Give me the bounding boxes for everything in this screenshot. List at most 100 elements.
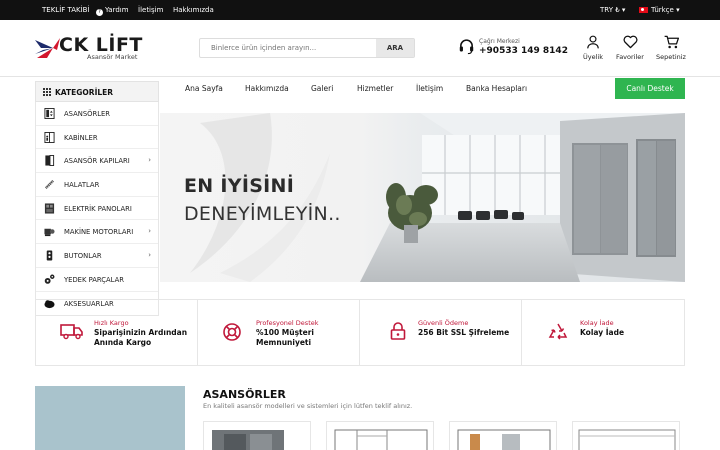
currency-select[interactable]: TRY ₺ ▾ [600, 6, 625, 14]
cabin-icon [44, 131, 55, 143]
category-item-spare-parts[interactable]: YEDEK PARÇALAR [36, 268, 158, 292]
category-label: ASANSÖRLER [64, 110, 111, 118]
help-icon: ? [96, 9, 103, 16]
nav-gallery[interactable]: Galeri [311, 84, 333, 93]
feature-pro-support: Profesyonel Destek %100 Müşteri Memnuniy… [198, 300, 360, 365]
category-list: ASANSÖRLER KABİNLER ASANSÖR KAPILARI › H… [35, 102, 159, 317]
cart-label: Sepetiniz [656, 53, 686, 61]
button-icon [46, 250, 53, 261]
product-card[interactable] [326, 421, 434, 450]
gears-icon [44, 274, 55, 284]
chevron-right-icon: › [148, 156, 151, 165]
headset-icon [459, 39, 474, 55]
category-label: BUTONLAR [64, 252, 102, 261]
search-bar: ARA [199, 38, 415, 58]
topbar-link-help[interactable]: ? Yardım [96, 6, 129, 16]
category-label: YEDEK PARÇALAR [64, 275, 125, 284]
hero-headline: EN İYİSİNİ [184, 175, 295, 197]
product-card[interactable] [572, 421, 680, 450]
nav-home[interactable]: Ana Sayfa [185, 84, 223, 93]
feature-value: 256 Bit SSL Şifreleme [418, 328, 510, 337]
account-label: Üyelik [583, 53, 603, 61]
header-divider [0, 76, 720, 77]
lock-icon [390, 322, 406, 340]
search-button[interactable]: ARA [376, 39, 414, 57]
feature-value: Siparişinizin Ardından Anında Kargo [94, 328, 188, 347]
site-logo[interactable]: CK LİFT Asansör Market [33, 34, 143, 64]
category-item-cabins[interactable]: KABİNLER [36, 126, 158, 150]
category-item-ropes[interactable]: HALATLAR [36, 173, 158, 197]
logo-mark-icon [35, 38, 60, 58]
feature-value: %100 Müşteri Memnuniyeti [256, 328, 314, 347]
hero-slider[interactable]: EN İYİSİNİ DENEYİMLEYİN.. [160, 113, 685, 282]
category-label: ASANSÖR KAPILARI [64, 157, 130, 166]
truck-icon [60, 324, 83, 340]
hero-subheadline: DENEYİMLEYİN.. [184, 203, 341, 225]
feature-key: Güvenli Ödeme [418, 319, 469, 327]
chevron-right-icon: › [148, 251, 151, 260]
door-icon [45, 155, 55, 167]
slider-dots [403, 270, 467, 282]
side-banner[interactable] [35, 386, 185, 450]
favorites-button[interactable]: Favoriler [612, 35, 648, 61]
feature-key: Hızlı Kargo [94, 319, 129, 327]
feature-easy-return: Kolay İade Kolay İade [522, 300, 684, 365]
motor-icon [44, 229, 55, 237]
elevator-icon [44, 108, 55, 119]
nav-bank-accounts[interactable]: Banka Hesapları [466, 84, 527, 93]
category-item-elevators[interactable]: ASANSÖRLER [36, 102, 158, 126]
recycle-icon [548, 323, 568, 340]
product-image [578, 429, 676, 450]
category-item-electric-panels[interactable]: ELEKTRİK PANOLARI [36, 197, 158, 221]
category-label: HALATLAR [64, 181, 100, 190]
grid-icon [43, 88, 51, 96]
language-select[interactable]: Türkçe ▾ [639, 6, 680, 14]
categories-toggle[interactable]: KATEGORİLER [35, 81, 159, 102]
categories-title: KATEGORİLER [55, 88, 114, 97]
cart-button[interactable]: Sepetiniz [654, 35, 688, 61]
topbar-link-help-label: Yardım [105, 6, 129, 14]
language-label: Türkçe ▾ [651, 6, 680, 14]
topbar-link-quote-tracking[interactable]: TEKLİF TAKİBİ [42, 6, 90, 14]
logo-subtitle: Asansör Market [87, 53, 138, 61]
nav-services[interactable]: Hizmetler [357, 84, 393, 93]
search-input[interactable] [200, 39, 376, 57]
topbar-link-contact[interactable]: İletişim [138, 6, 163, 14]
product-image [212, 430, 284, 450]
product-card[interactable] [203, 421, 311, 450]
feature-value: Kolay İade [580, 328, 625, 337]
cart-icon [664, 35, 679, 49]
section-subtitle: En kaliteli asansör modelleri ve sisteml… [203, 402, 413, 410]
feature-key: Kolay İade [580, 319, 614, 327]
category-item-elevator-doors[interactable]: ASANSÖR KAPILARI › [36, 149, 158, 174]
call-center-label: Çağrı Merkezi [479, 38, 520, 45]
category-label: MAKİNE MOTORLARI [64, 228, 134, 237]
category-item-buttons[interactable]: BUTONLAR › [36, 244, 158, 268]
category-item-machine-motors[interactable]: MAKİNE MOTORLARI › [36, 220, 158, 245]
top-bar: TEKLİF TAKİBİ ? Yardım İletişim Hakkımızd… [0, 0, 720, 20]
product-image [334, 429, 428, 450]
call-center-number[interactable]: +90533 149 8142 [479, 46, 568, 56]
favorites-label: Favoriler [616, 53, 644, 61]
feature-fast-shipping: Hızlı Kargo Siparişinizin Ardından Anınd… [36, 300, 198, 365]
account-button[interactable]: Üyelik [578, 35, 608, 61]
panel-icon [44, 203, 55, 214]
nav-contact[interactable]: İletişim [416, 84, 443, 93]
feature-secure-payment: Güvenli Ödeme 256 Bit SSL Şifreleme [360, 300, 522, 365]
nav-about[interactable]: Hakkımızda [245, 84, 289, 93]
turkey-flag-icon [639, 7, 648, 13]
hero-image [160, 113, 685, 282]
live-support-button[interactable]: Canlı Destek [615, 78, 685, 99]
heart-icon [623, 35, 637, 49]
section-title: ASANSÖRLER [203, 388, 286, 401]
rope-icon [44, 180, 55, 190]
product-image [457, 429, 551, 450]
lifebuoy-icon [223, 323, 241, 341]
topbar-link-about[interactable]: Hakkımızda [173, 6, 214, 14]
product-card[interactable] [449, 421, 557, 450]
features-strip: Hızlı Kargo Siparişinizin Ardından Anınd… [35, 299, 685, 366]
user-icon [587, 35, 599, 49]
category-label: KABİNLER [64, 133, 98, 142]
category-label: ELEKTRİK PANOLARI [64, 204, 132, 213]
feature-key: Profesyonel Destek [256, 319, 319, 327]
